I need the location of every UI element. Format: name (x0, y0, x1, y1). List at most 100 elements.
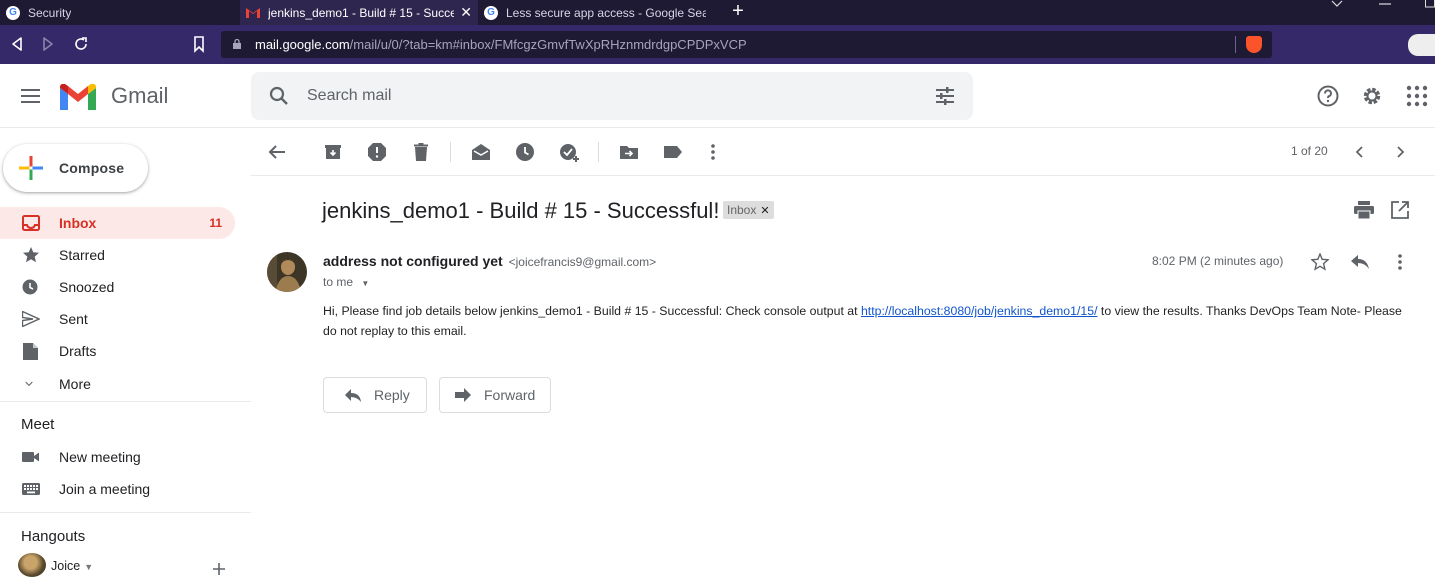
url-text: mail.google.com/mail/u/0/?tab=km#inbox/F… (255, 37, 747, 52)
browser-tab-search[interactable]: G Less secure app access - Google Searc (478, 0, 714, 25)
inbox-icon (22, 215, 40, 231)
sidebar-item-join-meeting[interactable]: Join a meeting (0, 473, 235, 505)
reply-arrow-icon (345, 389, 361, 402)
mark-unread-icon[interactable] (471, 142, 491, 162)
open-in-new-window-icon[interactable] (1391, 201, 1409, 219)
remove-label-icon[interactable]: ✕ (760, 204, 769, 217)
extension-icon[interactable] (1408, 34, 1435, 56)
sidebar-item-inbox[interactable]: Inbox 11 (0, 207, 235, 239)
lock-icon (233, 39, 241, 49)
main-menu-icon[interactable] (21, 89, 40, 103)
hangouts-avatar[interactable] (18, 553, 46, 577)
bookmark-icon[interactable] (189, 33, 209, 55)
tab-label: jenkins_demo1 - Build # 15 - Succe (268, 5, 454, 20)
sidebar-item-more[interactable]: More (0, 368, 235, 400)
add-to-tasks-icon[interactable] (559, 142, 579, 162)
message-toolbar: 1 of 20 (251, 128, 1435, 176)
chevron-down-icon (25, 381, 33, 387)
apps-grid-icon[interactable] (1405, 84, 1429, 108)
search-options-icon[interactable] (935, 86, 955, 106)
sidebar-item-sent[interactable]: Sent (0, 303, 235, 335)
sidebar-item-label: New meeting (59, 449, 141, 465)
maximize-icon[interactable] (1425, 0, 1435, 8)
toolbar-divider (450, 142, 451, 162)
hangouts-user-label: Joice (51, 559, 81, 573)
reply-icon[interactable] (1350, 254, 1370, 270)
sender-avatar[interactable] (267, 252, 307, 292)
close-tab-icon[interactable]: ✕ (460, 4, 472, 21)
gmail-logo-icon[interactable] (60, 84, 96, 110)
sender-email: <joicefrancis9@gmail.com> (508, 255, 657, 269)
send-icon (22, 311, 40, 327)
url-bar[interactable]: mail.google.com/mail/u/0/?tab=km#inbox/F… (221, 31, 1272, 58)
settings-gear-icon[interactable] (1360, 84, 1384, 108)
archive-icon[interactable] (323, 142, 343, 162)
delete-icon[interactable] (411, 142, 431, 162)
console-output-link[interactable]: http://localhost:8080/job/jenkins_demo1/… (861, 304, 1098, 318)
brave-shield-icon[interactable] (1246, 36, 1262, 53)
sidebar-item-label: Snoozed (59, 279, 115, 295)
keyboard-icon (22, 483, 40, 495)
url-path: /mail/u/0/?tab=km#inbox/FMfcgzGmvfTwXpRH… (349, 37, 747, 52)
forward-button[interactable]: Forward (439, 377, 551, 413)
sidebar-item-label: More (59, 376, 91, 392)
sidebar-item-new-meeting[interactable]: New meeting (0, 441, 235, 473)
back-to-inbox-icon[interactable] (267, 142, 287, 162)
chevron-down-icon[interactable] (1331, 0, 1343, 8)
hangouts-section-title: Hangouts (21, 528, 86, 545)
sender-name[interactable]: address not configured yet (323, 253, 503, 269)
email-body: Hi, Please find job details below jenkin… (323, 301, 1403, 341)
message-timestamp: 8:02 PM (2 minutes ago) (1152, 254, 1284, 268)
sidebar: Compose Inbox 11 Starred Snoozed Sent Dr… (0, 128, 251, 577)
pagination-text: 1 of 20 (1291, 144, 1328, 158)
search-bar[interactable] (251, 72, 973, 120)
compose-label: Compose (59, 160, 125, 176)
minimize-icon[interactable] (1379, 2, 1391, 6)
more-vert-icon[interactable] (1390, 252, 1410, 272)
browser-tab-security[interactable]: G Security (0, 0, 240, 25)
star-message-icon[interactable] (1311, 253, 1329, 271)
meet-section-title: Meet (21, 416, 55, 433)
sidebar-divider (0, 401, 251, 402)
report-spam-icon[interactable] (367, 142, 387, 162)
hangouts-user-name[interactable]: Joice ▼ (51, 559, 93, 573)
snooze-clock-icon[interactable] (515, 142, 535, 162)
reload-icon[interactable] (71, 33, 91, 55)
sidebar-item-snoozed[interactable]: Snoozed (0, 271, 235, 303)
tab-label: Less secure app access - Google Searc (506, 5, 706, 20)
compose-button[interactable]: Compose (3, 144, 148, 192)
help-icon[interactable] (1316, 84, 1340, 108)
sidebar-item-label: Join a meeting (59, 481, 151, 497)
inbox-label-chip[interactable]: Inbox ✕ (723, 201, 774, 219)
sidebar-divider (0, 512, 251, 513)
unread-count: 11 (209, 216, 222, 230)
reply-button[interactable]: Reply (323, 377, 427, 413)
sidebar-item-starred[interactable]: Starred (0, 239, 235, 271)
gmail-header: Gmail (0, 64, 1435, 128)
new-tab-button[interactable]: + (728, 0, 748, 25)
gmail-wordmark: Gmail (111, 83, 169, 108)
gmail-icon (246, 8, 260, 18)
search-icon[interactable] (269, 86, 289, 106)
more-vert-icon[interactable] (703, 142, 723, 162)
print-icon[interactable] (1354, 201, 1374, 219)
sidebar-item-drafts[interactable]: Drafts (0, 335, 235, 367)
add-contact-plus-icon[interactable] (212, 562, 226, 576)
forward-icon[interactable] (38, 33, 58, 55)
caret-down-icon: ▼ (361, 279, 370, 288)
reply-label: Reply (374, 387, 410, 403)
older-chevron-right-icon[interactable] (1390, 142, 1410, 162)
label-icon[interactable] (663, 142, 683, 162)
sidebar-item-label: Starred (59, 247, 105, 263)
newer-chevron-left-icon[interactable] (1350, 142, 1370, 162)
forward-arrow-icon (455, 388, 471, 402)
search-input[interactable] (307, 84, 907, 108)
label-chip-text: Inbox (727, 203, 757, 217)
move-to-icon[interactable] (619, 142, 639, 162)
clock-icon (22, 279, 38, 295)
browser-tab-gmail[interactable]: jenkins_demo1 - Build # 15 - Succe ✕ (240, 0, 478, 25)
back-icon[interactable] (7, 33, 27, 55)
tab-label: Security (28, 5, 72, 20)
sidebar-item-label: Inbox (59, 215, 97, 231)
recipient-details-toggle[interactable]: to me ▼ (323, 275, 369, 289)
